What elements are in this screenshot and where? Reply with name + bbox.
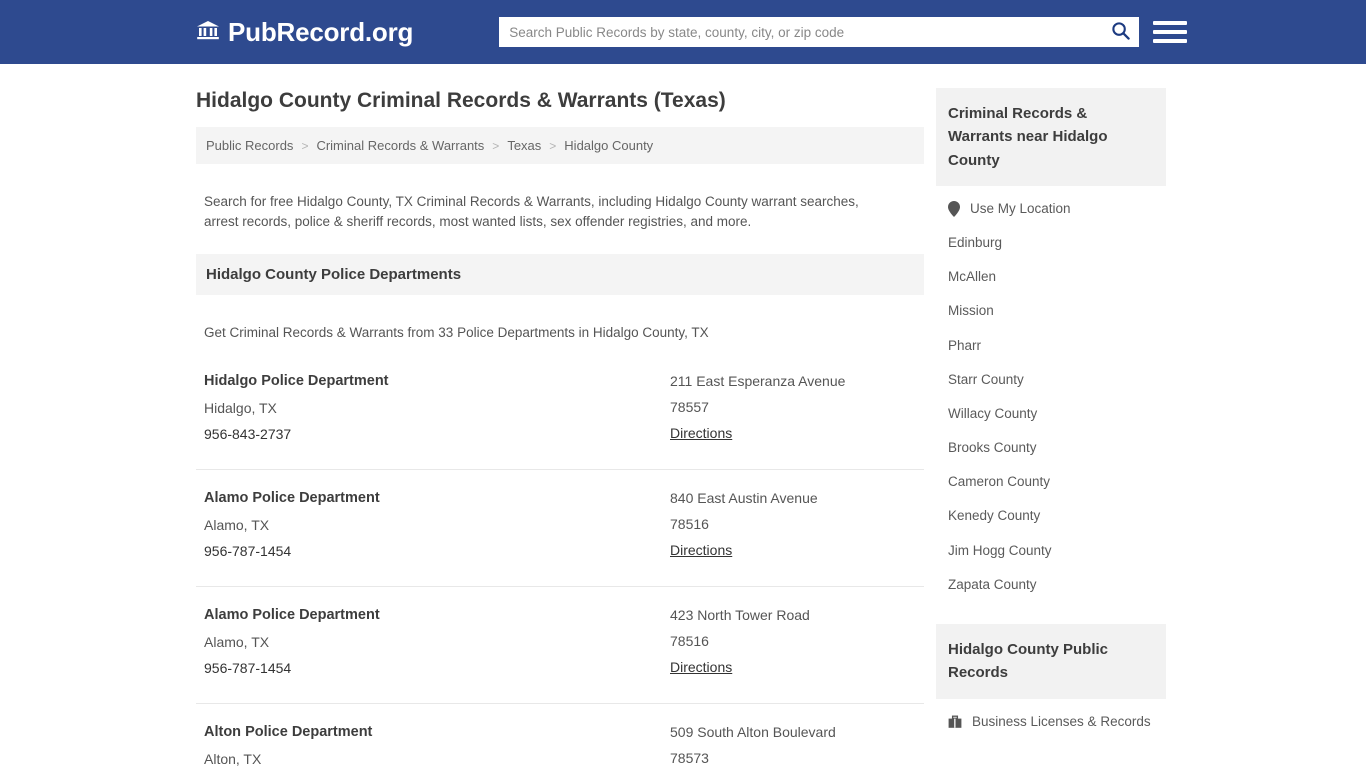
site-header: PubRecord.org: [0, 0, 1366, 64]
sidebar-item-starr-county[interactable]: Starr County: [936, 363, 1166, 397]
sidebar-item-use-my-location[interactable]: Use My Location: [936, 186, 1166, 226]
listing-zip: 78516: [670, 515, 709, 532]
directions-link[interactable]: Directions: [670, 542, 732, 559]
listing-row: Alton Police Department Alton, TX 956-58…: [196, 704, 924, 768]
listing-zip: 78516: [670, 632, 709, 649]
listing-right: 211 East Esperanza Avenue 78557 Directio…: [670, 373, 916, 452]
sidebar-item-pharr[interactable]: Pharr: [936, 329, 1166, 363]
listing-city: Alamo, TX: [204, 517, 270, 534]
sidebar-item-label: Starr County: [948, 371, 1024, 387]
sidebar-item-cameron-county[interactable]: Cameron County: [936, 465, 1166, 499]
sidebar: Criminal Records & Warrants near Hidalgo…: [936, 64, 1166, 768]
sidebar-item-label: Jim Hogg County: [948, 542, 1052, 558]
listing-name: Alton Police Department: [204, 723, 373, 740]
bank-building-icon: [196, 18, 220, 47]
hamburger-menu-icon[interactable]: [1153, 17, 1188, 47]
listing-zip: 78573: [670, 749, 709, 766]
sidebar-item-zapata-county[interactable]: Zapata County: [936, 568, 1166, 602]
breadcrumb-item-hidalgo-county[interactable]: Hidalgo County: [564, 138, 653, 153]
sidebar-item-kenedy-county[interactable]: Kenedy County: [936, 499, 1166, 533]
sidebar-item-jim-hogg-county[interactable]: Jim Hogg County: [936, 534, 1166, 568]
page-title: Hidalgo County Criminal Records & Warran…: [196, 89, 726, 112]
listing-row: Alamo Police Department Alamo, TX 956-78…: [196, 587, 924, 704]
listing-city: Hidalgo, TX: [204, 400, 277, 417]
header-right-group: [499, 17, 1188, 47]
sidebar-public-records-title: Hidalgo County Public Records: [936, 624, 1166, 699]
map-pin-icon: [948, 200, 960, 217]
sidebar-item-label: McAllen: [948, 269, 997, 285]
listing-right: 423 North Tower Road 78516 Directions: [670, 607, 916, 686]
breadcrumb-separator: >: [301, 138, 309, 153]
section-subtitle: Get Criminal Records & Warrants from 33 …: [204, 324, 709, 340]
sidebar-item-mission[interactable]: Mission: [936, 294, 1166, 328]
sidebar-item-label: Cameron County: [948, 474, 1051, 490]
listing-name: Alamo Police Department: [204, 606, 380, 623]
sidebar-item-label: Use My Location: [970, 200, 1071, 216]
listing-name: Alamo Police Department: [204, 489, 380, 506]
listing-phone: 956-843-2737: [204, 426, 292, 443]
listing-row: Alamo Police Department Alamo, TX 956-78…: [196, 470, 924, 587]
sidebar-item-label: Mission: [948, 303, 994, 319]
sidebar-item-mcallen[interactable]: McAllen: [936, 260, 1166, 294]
listing-row: Hidalgo Police Department Hidalgo, TX 95…: [196, 353, 924, 470]
sidebar-item-business-licenses[interactable]: Business Licenses & Records: [936, 699, 1166, 739]
page-body: Hidalgo County Criminal Records & Warran…: [0, 64, 1366, 768]
search-icon: [1111, 21, 1130, 43]
sidebar-item-label: Pharr: [948, 337, 982, 353]
directions-link[interactable]: Directions: [670, 425, 732, 442]
listing-right: 509 South Alton Boulevard 78573 Directio…: [670, 724, 916, 768]
section-header-police-departments: Hidalgo County Police Departments: [196, 254, 924, 295]
listing-name: Hidalgo Police Department: [204, 373, 389, 389]
breadcrumb-separator: >: [549, 138, 557, 153]
sidebar-item-label: Brooks County: [948, 440, 1037, 456]
listing-address: 423 North Tower Road: [670, 606, 810, 623]
sidebar-public-records-list: Business Licenses & Records: [936, 699, 1166, 739]
sidebar-item-label: Edinburg: [948, 234, 1003, 250]
listing-city: Alamo, TX: [204, 634, 270, 651]
sidebar-nearby-title: Criminal Records & Warrants near Hidalgo…: [936, 88, 1166, 186]
page-description: Search for free Hidalgo County, TX Crimi…: [204, 193, 859, 229]
main-content: Hidalgo County Criminal Records & Warran…: [196, 64, 924, 768]
site-logo-link[interactable]: PubRecord.org: [196, 17, 413, 48]
listing-phone: 956-787-1454: [204, 543, 292, 560]
listing-right: 840 East Austin Avenue 78516 Directions: [670, 490, 916, 569]
search-input[interactable]: [499, 18, 1102, 46]
briefcase-icon: [948, 715, 962, 729]
sidebar-item-edinburg[interactable]: Edinburg: [936, 226, 1166, 260]
breadcrumb: Public Records > Criminal Records & Warr…: [196, 127, 924, 164]
breadcrumb-item-public-records[interactable]: Public Records: [206, 138, 293, 153]
sidebar-item-label: Willacy County: [948, 405, 1038, 421]
site-logo-text: PubRecord.org: [228, 16, 414, 47]
listing-city: Alton, TX: [204, 751, 262, 768]
sidebar-item-willacy-county[interactable]: Willacy County: [936, 397, 1166, 431]
directions-link[interactable]: Directions: [670, 659, 732, 676]
sidebar-nearby-list: Use My Location Edinburg McAllen Mission…: [936, 186, 1166, 602]
listing-address: 211 East Esperanza Avenue: [670, 373, 846, 389]
breadcrumb-item-criminal-records[interactable]: Criminal Records & Warrants: [316, 138, 484, 153]
listing-left: Hidalgo Police Department Hidalgo, TX 95…: [204, 373, 670, 452]
search-button[interactable]: [1101, 17, 1139, 47]
listing-zip: 78557: [670, 398, 709, 415]
sidebar-item-label: Kenedy County: [948, 508, 1041, 524]
listing-phone: 956-787-1454: [204, 660, 292, 677]
listing-left: Alamo Police Department Alamo, TX 956-78…: [204, 607, 670, 686]
listing-left: Alamo Police Department Alamo, TX 956-78…: [204, 490, 670, 569]
listing-left: Alton Police Department Alton, TX 956-58…: [204, 724, 670, 768]
breadcrumb-item-texas[interactable]: Texas: [507, 138, 541, 153]
breadcrumb-separator: >: [492, 138, 500, 153]
sidebar-item-brooks-county[interactable]: Brooks County: [936, 431, 1166, 465]
listing-address: 840 East Austin Avenue: [670, 489, 818, 506]
sidebar-item-label: Business Licenses & Records: [972, 713, 1151, 729]
search-bar: [499, 17, 1140, 47]
listing-address: 509 South Alton Boulevard: [670, 723, 836, 740]
sidebar-item-label: Zapata County: [948, 576, 1037, 592]
